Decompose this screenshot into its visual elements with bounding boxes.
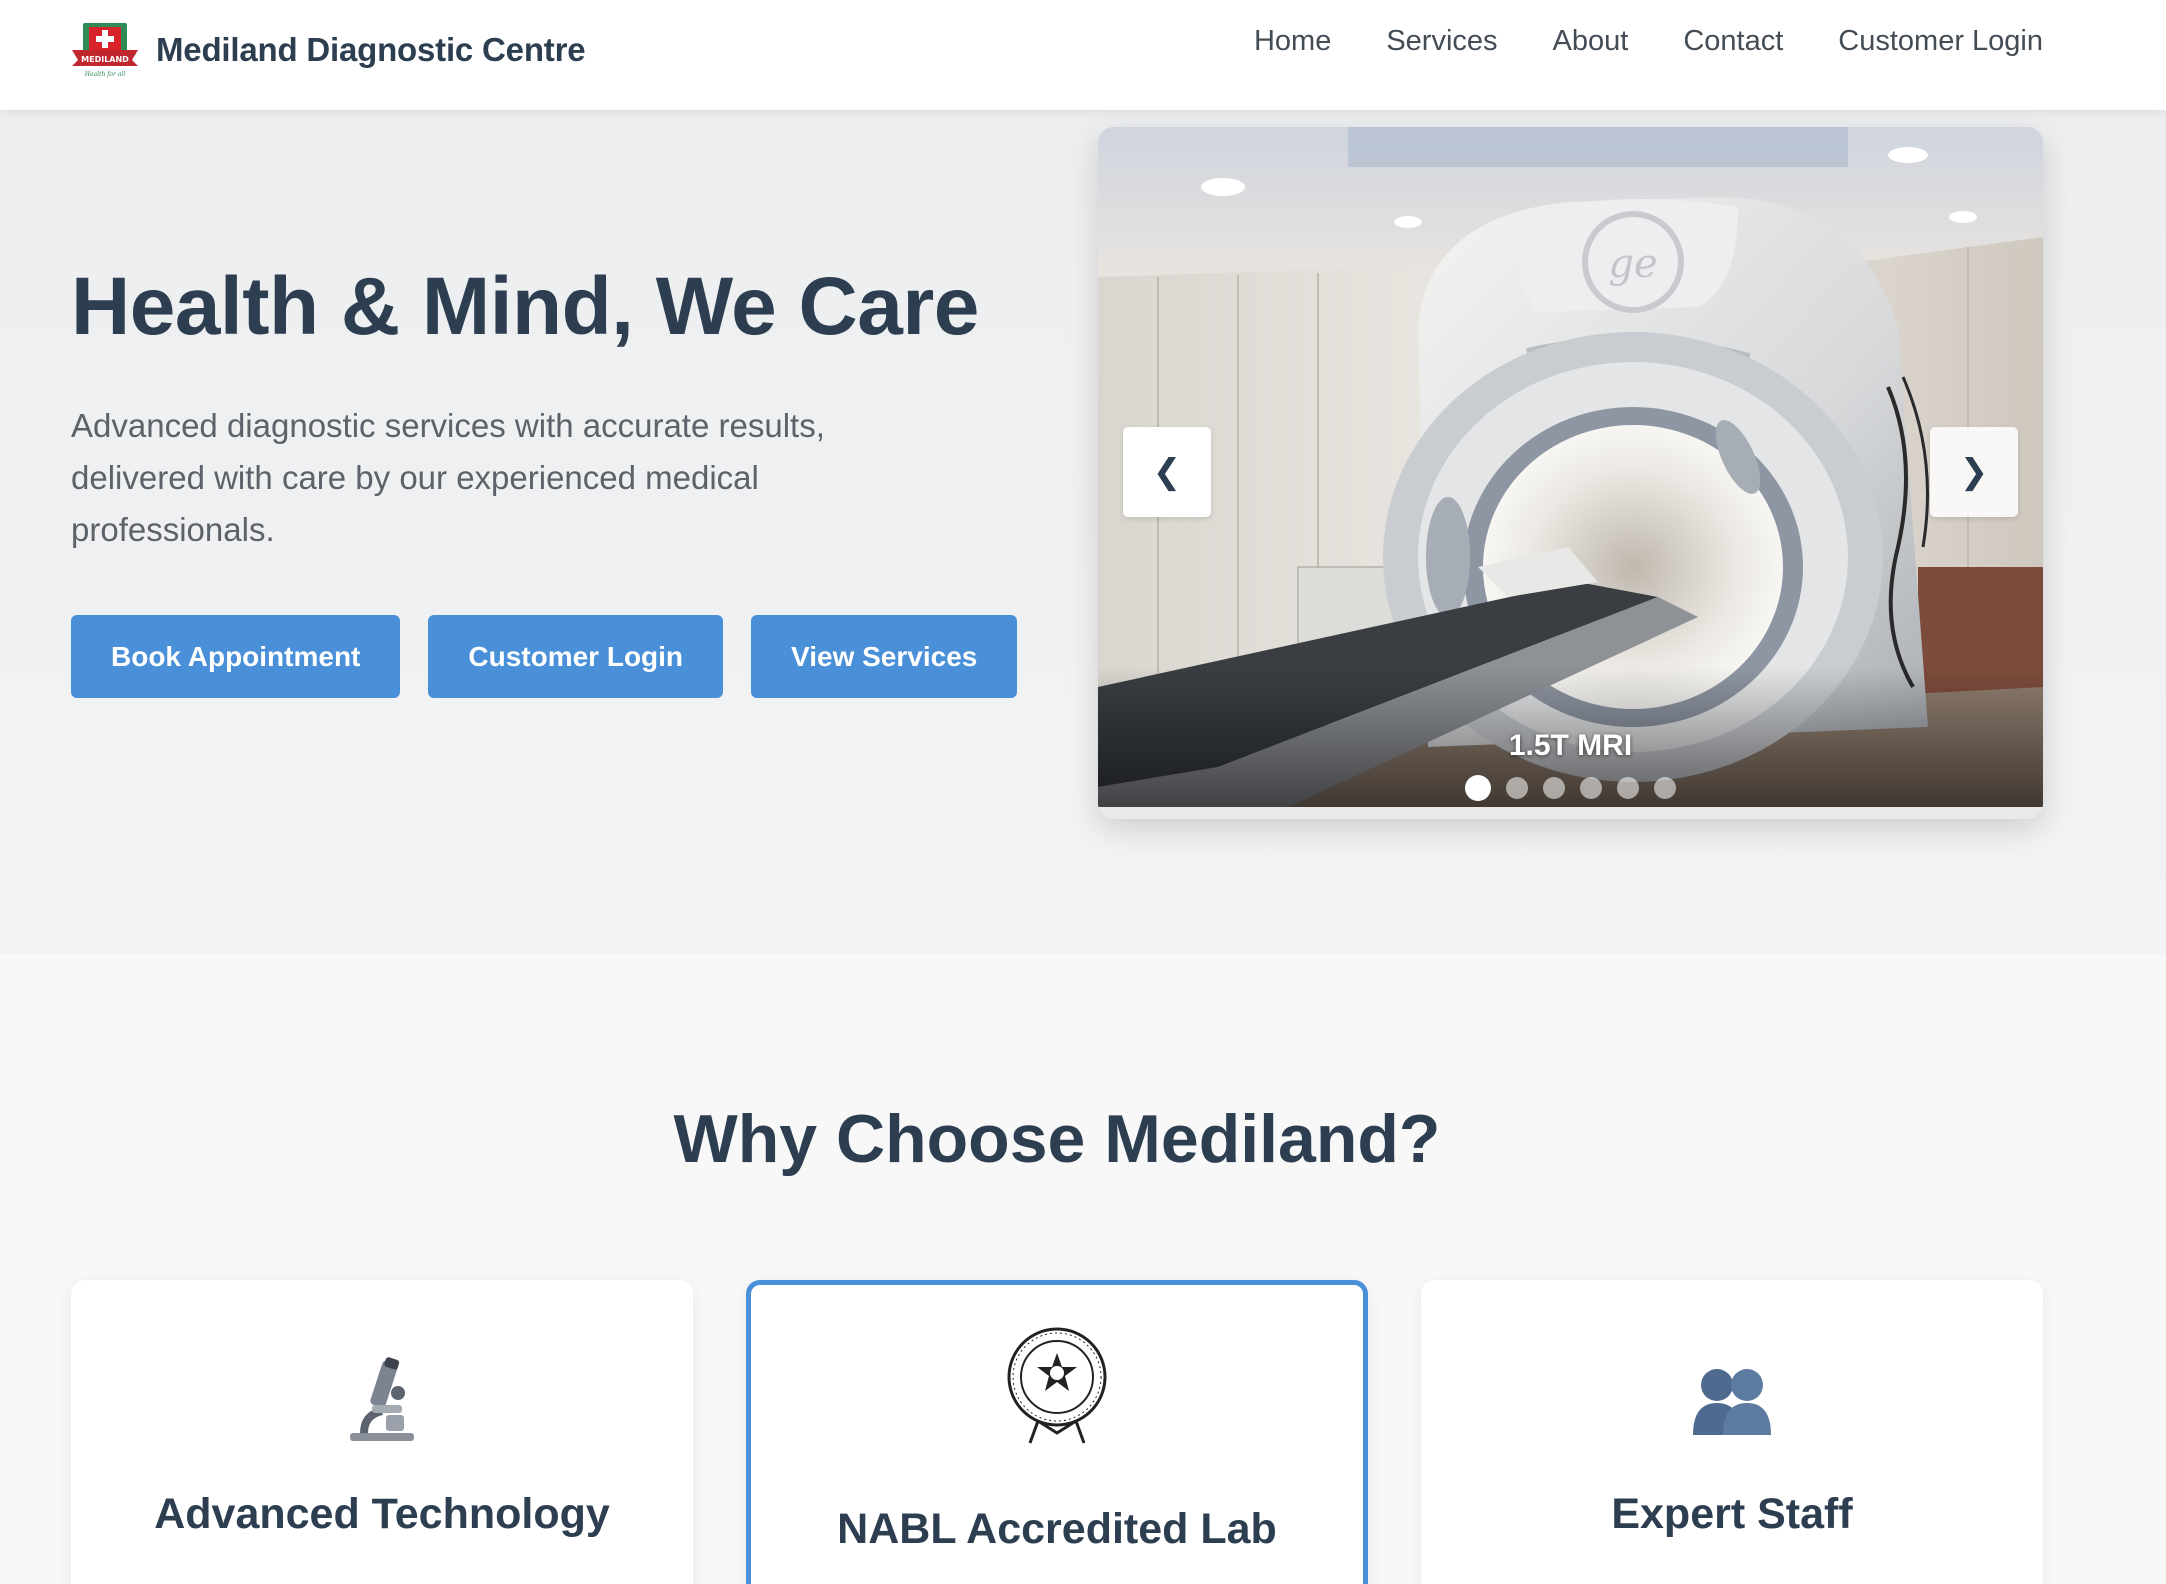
feature-title-staff: Expert Staff [1611,1490,1853,1538]
feature-title-nabl: NABL Accredited Lab [837,1505,1277,1553]
carousel-dot-1[interactable] [1465,775,1491,801]
book-appointment-button[interactable]: Book Appointment [71,615,401,698]
feature-title-technology: Advanced Technology [154,1490,610,1538]
brand-name: Mediland Diagnostic Centre [156,31,586,68]
why-choose-title: Why Choose Mediland? [673,1101,1441,1177]
nav-customer-login[interactable]: Customer Login [1838,20,2043,62]
carousel-dot-4[interactable] [1580,777,1602,799]
nabl-seal-icon [751,1325,1363,1450]
top-navbar: MEDILAND Health for all Mediland Diagnos… [0,0,2166,110]
carousel-dot-5[interactable] [1617,777,1639,799]
people-icon [1421,1365,2043,1440]
svg-text:ge: ge [1608,241,1657,287]
svg-text:Health for all: Health for all [84,71,126,78]
carousel-next-button[interactable]: ❯ [1930,427,2018,517]
main-nav: Home Services About Contact Customer Log… [1199,20,2043,62]
mri-machine-image: ge 135 [1098,127,2043,807]
nav-services[interactable]: Services [1386,20,1497,62]
image-carousel: ge 135 [1098,127,2043,819]
slide-caption: 1.5T MRI [1508,729,1633,762]
carousel-dot-3[interactable] [1543,777,1565,799]
hero-subtitle: Advanced diagnostic services with accura… [71,407,825,548]
feature-card-nabl: NABL Accredited Lab [746,1280,1368,1584]
brand[interactable]: MEDILAND Health for all Mediland Diagnos… [70,20,586,80]
hero-section: Health & Mind, We Care Advanced diagnost… [0,110,2166,954]
carousel-dot-2[interactable] [1506,777,1528,799]
svg-text:MEDILAND: MEDILAND [81,55,129,64]
nav-about[interactable]: About [1553,20,1629,62]
feature-card-staff: Expert Staff [1421,1280,2043,1584]
view-services-button[interactable]: View Services [751,615,1018,698]
carousel-dot-6[interactable] [1654,777,1676,799]
carousel-dots [1098,775,2043,801]
customer-login-button[interactable]: Customer Login [428,615,724,698]
carousel-prev-button[interactable]: ❮ [1123,427,1211,517]
carousel-footer [1098,807,2043,819]
hero-title: Health & Mind, We Care [71,261,979,352]
microscope-icon [71,1355,693,1450]
feature-card-technology: Advanced Technology [71,1280,693,1584]
hero-buttons: Book Appointment Customer Login View Ser… [71,615,1045,698]
mediland-logo: MEDILAND Health for all [70,20,140,80]
nav-home[interactable]: Home [1254,20,1331,62]
nav-contact[interactable]: Contact [1683,20,1783,62]
